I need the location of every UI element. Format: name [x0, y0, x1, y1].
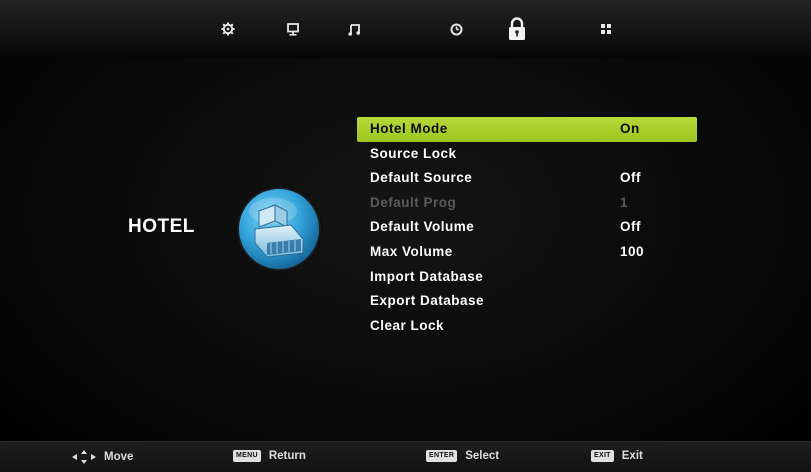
grid-icon: [601, 24, 611, 34]
tab-picture[interactable]: [213, 14, 243, 44]
menu-item-default-source[interactable]: Default Source Off: [357, 166, 697, 191]
hint-return: MENU Return: [233, 450, 306, 462]
menu-item-import-database[interactable]: Import Database: [357, 265, 697, 290]
hint-select-label: Select: [465, 450, 500, 462]
menu-item-label: Hotel Mode: [370, 121, 448, 136]
menu-key-icon: MENU: [233, 450, 261, 462]
picture-settings-icon: [221, 22, 235, 36]
hotel-settings-menu: Hotel Mode On Source Lock Default Source Off…: [357, 117, 697, 338]
menu-item-max-volume[interactable]: Max Volume 100: [357, 240, 697, 265]
menu-item-default-volume[interactable]: Default Volume Off: [357, 215, 697, 240]
menu-item-label: Export Database: [370, 293, 485, 309]
screen-icon: [287, 22, 299, 36]
lock-icon: [509, 17, 525, 40]
menu-item-label: Import Database: [370, 268, 484, 284]
menu-item-default-prog: Default Prog 1: [357, 191, 697, 216]
tab-sound[interactable]: [339, 14, 369, 44]
exit-key-icon: EXIT: [591, 450, 614, 462]
enter-key-icon: ENTER: [426, 450, 458, 462]
menu-item-source-lock[interactable]: Source Lock: [357, 142, 697, 167]
hint-move-label: Move: [104, 451, 134, 463]
menu-item-label: Source Lock: [370, 145, 457, 161]
menu-item-value: 100: [620, 243, 645, 259]
tab-setup[interactable]: [591, 14, 621, 44]
menu-item-label: Default Source: [370, 170, 473, 186]
hint-move: Move: [72, 450, 133, 464]
navigation-arrows-icon: [72, 450, 96, 464]
menu-item-label: Max Volume: [370, 243, 453, 259]
menu-item-value: On: [620, 121, 640, 136]
menu-item-clear-lock[interactable]: Clear Lock: [357, 314, 697, 339]
menu-item-value: 1: [620, 194, 629, 210]
menu-item-label: Default Volume: [370, 219, 475, 235]
tab-time[interactable]: [441, 14, 471, 44]
menu-item-value: Off: [620, 170, 641, 186]
menu-item-value: Off: [620, 219, 641, 235]
hint-select: ENTER Select: [426, 450, 499, 462]
hint-exit: EXIT Exit: [591, 450, 643, 462]
tv-osd-screen: HOTEL Hotel Mode On Source Lock Default …: [0, 0, 811, 472]
menu-item-label: Default Prog: [370, 194, 457, 210]
tab-lock[interactable]: [502, 14, 532, 44]
hotel-badge-icon: [233, 183, 325, 275]
section-title: HOTEL: [128, 216, 195, 237]
hint-return-label: Return: [268, 450, 306, 462]
music-note-icon: [347, 23, 360, 36]
top-menu-bar: [0, 0, 811, 58]
menu-item-hotel-mode[interactable]: Hotel Mode On: [357, 117, 697, 142]
clock-icon: [450, 23, 462, 35]
hint-exit-label: Exit: [621, 450, 643, 462]
tab-screen[interactable]: [278, 14, 308, 44]
menu-item-export-database[interactable]: Export Database: [357, 289, 697, 314]
bottom-hint-bar: Move MENU Return ENTER Select EXIT Exit: [0, 441, 811, 472]
menu-item-label: Clear Lock: [370, 317, 445, 333]
